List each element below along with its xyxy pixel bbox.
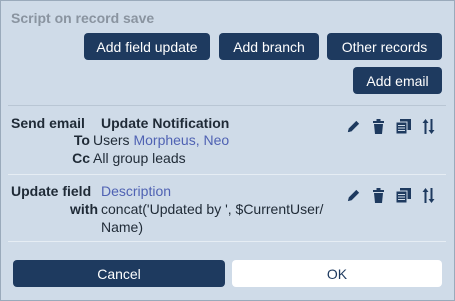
cc-value: All group leads bbox=[93, 150, 186, 166]
to-label: To bbox=[73, 132, 90, 148]
pencil-icon[interactable] bbox=[345, 118, 361, 134]
add-branch-button[interactable]: Add branch bbox=[219, 33, 319, 60]
copy-icon[interactable] bbox=[395, 187, 411, 203]
with-expression-line1: concat('Updated by ', $CurrentUser/ bbox=[101, 201, 324, 217]
to-recipients-link[interactable]: Morpheus, Neo bbox=[133, 132, 229, 148]
action-type-label: Send email bbox=[11, 115, 85, 131]
copy-icon[interactable] bbox=[395, 118, 411, 134]
trash-icon[interactable] bbox=[370, 187, 386, 203]
trash-icon[interactable] bbox=[370, 118, 386, 134]
action-icons bbox=[345, 187, 436, 203]
divider bbox=[8, 241, 446, 242]
reorder-arrows-icon[interactable] bbox=[420, 187, 436, 203]
divider bbox=[8, 105, 446, 106]
pencil-icon[interactable] bbox=[345, 187, 361, 203]
with-label: with bbox=[70, 201, 98, 217]
to-value: Users Morpheus, Neo bbox=[93, 131, 229, 149]
dialog-heading: Script on record save bbox=[11, 10, 155, 26]
other-records-button[interactable]: Other records bbox=[327, 33, 442, 60]
add-email-button[interactable]: Add email bbox=[353, 67, 442, 94]
with-expression-line2: Name) bbox=[101, 219, 144, 235]
reorder-arrows-icon[interactable] bbox=[420, 118, 436, 134]
field-name-link[interactable]: Description bbox=[101, 182, 171, 200]
add-field-update-button[interactable]: Add field update bbox=[84, 33, 210, 60]
ok-button[interactable]: OK bbox=[232, 260, 442, 287]
to-prefix: Users bbox=[93, 132, 130, 148]
divider bbox=[8, 174, 446, 175]
cc-label: Cc bbox=[72, 150, 90, 166]
cancel-button[interactable]: Cancel bbox=[13, 260, 225, 287]
action-icons bbox=[345, 118, 436, 134]
action-type-label: Update field bbox=[11, 183, 92, 199]
email-title: Update Notification bbox=[101, 115, 230, 131]
